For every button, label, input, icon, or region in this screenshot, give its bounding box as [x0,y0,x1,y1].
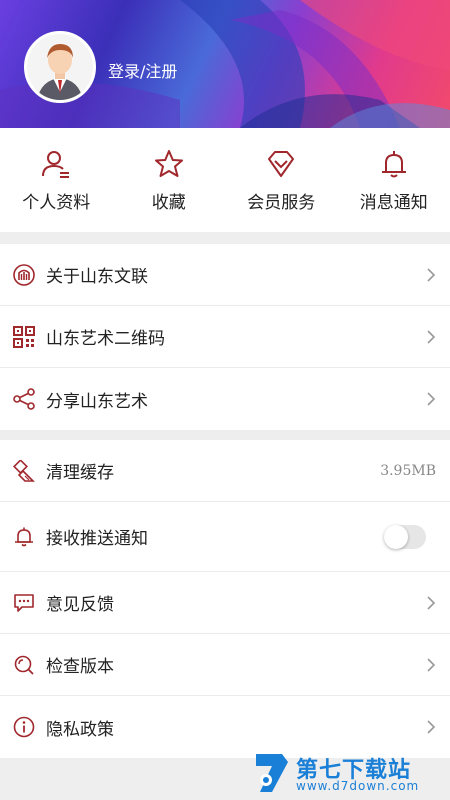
share-icon [12,387,36,411]
menu-group-about: 关于山东文联 山东艺术二维码 分享山东艺术 [0,244,450,430]
menu-about-label: 关于山东文联 [46,267,148,287]
avatar[interactable] [24,31,96,103]
info-icon [12,715,36,739]
quick-membership[interactable]: 会员服务 [225,128,338,232]
profile-icon [42,151,70,178]
menu-check-version[interactable]: 检查版本 [0,634,450,696]
menu-share-label: 分享山东艺术 [46,391,148,412]
menu-check-version-label: 检查版本 [46,657,114,677]
menu-clear-cache[interactable]: 清理缓存 3.95MB [0,440,450,502]
quick-favorites-label: 收藏 [151,193,186,213]
quick-favorites[interactable]: 收藏 [113,128,226,232]
logo-icon [12,263,36,287]
qrcode-icon [12,325,36,349]
menu-group-settings: 清理缓存 3.95MB 接收推送通知 意见反馈 检查版本 隐私政策 [0,440,450,758]
broom-icon [12,459,36,483]
quick-membership-label: 会员服务 [247,193,316,213]
watermark-logo-icon [256,754,288,792]
bell-icon [381,151,406,178]
quick-actions: 个人资料 收藏 会员服务 消息通知 [0,128,450,232]
menu-share[interactable]: 分享山东艺术 [0,368,450,430]
menu-privacy[interactable]: 隐私政策 [0,696,450,758]
menu-push-label: 接收推送通知 [46,529,148,549]
chevron-right-icon [427,720,436,734]
menu-qrcode[interactable]: 山东艺术二维码 [0,306,450,368]
menu-qrcode-label: 山东艺术二维码 [46,329,165,349]
user-avatar-icon [27,34,93,100]
toggle-knob [384,524,408,549]
watermark: 第七下载站 www.d7down.com [252,750,442,796]
search-icon [12,653,36,677]
bell-icon [12,525,36,549]
cache-size: 3.95MB [380,462,436,479]
chevron-right-icon [427,657,436,672]
menu-feedback-label: 意见反馈 [46,595,114,615]
push-toggle[interactable] [384,524,426,549]
login-register-link[interactable]: 登录/注册 [108,58,177,82]
chat-icon [12,591,36,615]
chevron-right-icon [427,595,436,610]
watermark-url: www.d7down.com [296,779,420,793]
chevron-right-icon [427,392,436,406]
profile-header: 登录/注册 [0,0,450,128]
menu-clear-cache-label: 清理缓存 [46,463,114,483]
menu-push: 接收推送通知 [0,502,450,572]
quick-profile-label: 个人资料 [22,193,91,213]
quick-notifications[interactable]: 消息通知 [338,128,450,232]
menu-feedback[interactable]: 意见反馈 [0,572,450,634]
diamond-icon [268,151,295,177]
menu-privacy-label: 隐私政策 [46,719,114,740]
chevron-right-icon [427,267,436,282]
quick-profile[interactable]: 个人资料 [0,128,113,232]
quick-notifications-label: 消息通知 [359,193,428,213]
star-icon [154,150,183,177]
menu-about[interactable]: 关于山东文联 [0,244,450,306]
chevron-right-icon [427,329,436,344]
